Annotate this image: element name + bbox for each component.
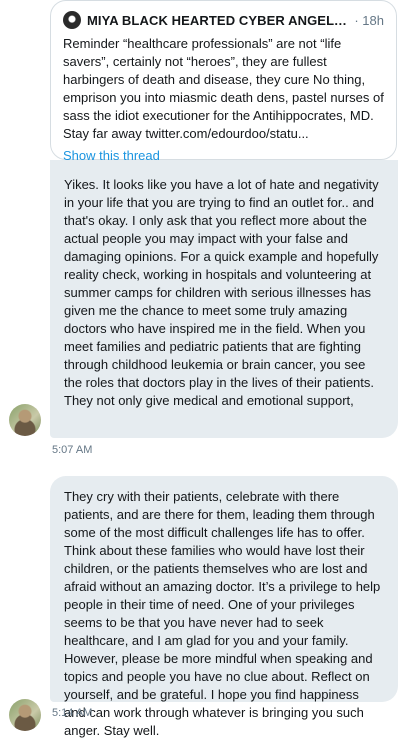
shared-tweet-header: MIYA BLACK HEARTED CYBER ANGEL B... · 18… <box>63 11 384 29</box>
avatar[interactable] <box>9 699 41 731</box>
message-bubble[interactable]: They cry with their patients, celebrate … <box>50 476 398 738</box>
message-text: They cry with their patients, celebrate … <box>64 489 381 738</box>
message-timestamp: 5:07 AM <box>52 444 93 456</box>
message-bubble[interactable]: Yikes. It looks like you have a lot of h… <box>50 160 398 438</box>
shared-tweet-author[interactable]: MIYA BLACK HEARTED CYBER ANGEL B... <box>87 13 350 28</box>
message-timestamp: 5:14 AM <box>52 707 93 719</box>
avatar[interactable] <box>9 404 41 436</box>
shared-tweet-text: Reminder “healthcare professionals” are … <box>63 36 384 141</box>
shared-tweet-card[interactable]: MIYA BLACK HEARTED CYBER ANGEL B... · 18… <box>50 0 397 163</box>
shared-tweet-avatar[interactable] <box>63 11 81 29</box>
message-text: Yikes. It looks like you have a lot of h… <box>64 177 379 408</box>
shared-tweet-time[interactable]: · 18h <box>354 13 384 28</box>
